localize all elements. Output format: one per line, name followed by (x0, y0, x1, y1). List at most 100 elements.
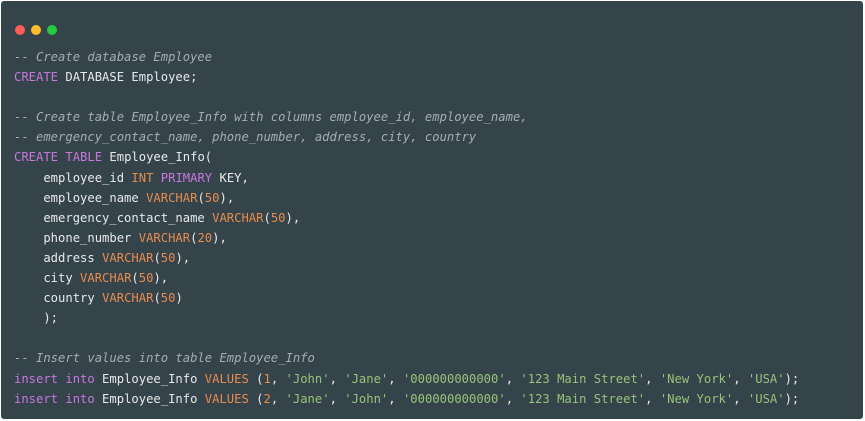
code-line: insert into Employee_Info VALUES (1, 'Jo… (14, 369, 799, 389)
code-token-type: VARCHAR (212, 210, 264, 225)
code-line: ); (14, 308, 799, 328)
code-token-string: '123 Main Street' (520, 391, 646, 406)
code-token-number: 50 (204, 190, 220, 205)
code-token-plain: ( (248, 391, 264, 406)
code-token-plain: , (329, 371, 345, 386)
code-token-plain: ( (153, 291, 161, 306)
code-token-plain: , (388, 371, 403, 386)
code-line: -- Create table Employee_Info with colum… (14, 107, 799, 127)
close-dot-icon[interactable] (15, 25, 25, 35)
code-token-plain: KEY, (212, 170, 249, 185)
code-token-string: '123 Main Street' (520, 371, 646, 386)
code-token-string: 'Jane' (344, 371, 389, 386)
code-token-string: 'USA' (747, 371, 785, 386)
code-token-string: 'New York' (659, 391, 734, 406)
code-line: -- Insert values into table Employee_Inf… (14, 348, 799, 368)
code-token-plain: , (733, 391, 748, 406)
code-token-string: '000000000000' (402, 371, 506, 386)
code-token-plain: Employee_Info (94, 371, 205, 386)
code-line: address VARCHAR(50), (14, 248, 799, 268)
code-token-plain: ); (14, 311, 59, 326)
code-line: -- Create database Employee (14, 47, 799, 67)
code-line: phone_number VARCHAR(20), (14, 228, 799, 248)
code-token-plain: address (14, 250, 103, 265)
code-token-comment: -- emergency_contact_name, phone_number,… (14, 130, 477, 145)
code-token-keyword: insert into (14, 371, 95, 386)
code-token-number: 50 (138, 271, 154, 286)
code-line: employee_id INT PRIMARY KEY, (14, 168, 799, 188)
code-token-string: 'John' (285, 371, 330, 386)
code-token-type: VARCHAR (138, 230, 191, 245)
code-token-string: 'John' (344, 391, 389, 406)
code-token-type: INT (131, 170, 154, 185)
code-token-number: 50 (160, 250, 176, 265)
code-token-plain: ), (285, 210, 301, 225)
code-line: CREATE TABLE Employee_Info( (14, 147, 799, 167)
code-token-string: '000000000000' (402, 391, 506, 406)
code-token-plain: Employee_Info( (102, 150, 213, 165)
code-line: -- emergency_contact_name, phone_number,… (14, 127, 799, 147)
code-token-plain: ), (153, 271, 169, 286)
code-token-plain: ), (212, 230, 227, 245)
code-line: employee_name VARCHAR(50), (14, 188, 799, 208)
code-block[interactable]: -- Create database Employee CREATE DATABA… (14, 47, 799, 409)
code-token-plain: ) (175, 291, 183, 306)
code-token-type: VALUES (204, 371, 249, 386)
code-token-plain: city (14, 271, 81, 286)
code-token-string: 'Jane' (285, 391, 330, 406)
code-token-number: 50 (270, 210, 286, 225)
code-token-comment: -- Create table Employee_Info with colum… (14, 110, 528, 125)
code-line: CREATE DATABASE Employee; (14, 67, 799, 87)
code-token-comment: -- Create database Employee (14, 50, 213, 64)
code-token-plain: employee_id (14, 170, 132, 185)
code-token-number: 20 (197, 230, 213, 245)
code-token-plain: ( (153, 250, 161, 265)
code-line: emergency_contact_name VARCHAR(50), (14, 208, 799, 228)
code-token-plain: ), (175, 250, 191, 265)
code-token-plain: ); (784, 371, 800, 386)
code-token-plain: country (14, 291, 103, 306)
code-token-plain: ( (197, 190, 205, 205)
code-token-plain: ( (248, 371, 264, 386)
code-token-plain: DATABASE Employee; (58, 70, 198, 85)
code-token-number: 50 (160, 291, 176, 306)
code-token-keyword: CREATE (14, 70, 59, 85)
code-token-plain: ( (263, 210, 271, 225)
code-line: city VARCHAR(50), (14, 268, 799, 288)
code-token-keyword: insert into (14, 391, 95, 406)
minimize-dot-icon[interactable] (31, 25, 41, 35)
code-token-plain: phone_number (14, 230, 139, 245)
code-token-comment: -- Insert values into table Employee_Inf… (14, 351, 315, 366)
code-token-string: 'USA' (747, 391, 785, 406)
code-token-plain: employee_name (14, 190, 147, 205)
code-token-type: VARCHAR (80, 271, 132, 286)
code-token-plain: Employee_Info (94, 391, 205, 406)
maximize-dot-icon[interactable] (47, 25, 57, 35)
code-token-plain: , (645, 391, 660, 406)
code-token-plain: ); (784, 391, 800, 406)
code-token-keyword: PRIMARY (160, 170, 213, 185)
code-line: country VARCHAR(50) (14, 288, 799, 308)
code-token-plain: , (270, 391, 286, 406)
code-token-type: VALUES (204, 391, 249, 406)
code-token-number: 2 (263, 391, 271, 406)
code-token-keyword: CREATE TABLE (14, 150, 103, 165)
code-token-plain: , (505, 371, 521, 386)
code-token-plain: , (645, 371, 660, 386)
code-token-plain: , (505, 391, 521, 406)
code-token-string: 'New York' (659, 371, 734, 386)
code-token-plain: , (329, 391, 345, 406)
window-controls (15, 25, 57, 35)
code-token-plain: ), (219, 190, 235, 205)
code-token-plain: , (733, 371, 748, 386)
code-token-plain: , (270, 371, 286, 386)
code-window: -- Create database Employee CREATE DATABA… (1, 1, 863, 419)
code-token-plain: emergency_contact_name (14, 210, 213, 225)
code-token-type: VARCHAR (102, 291, 154, 306)
code-token-type: VARCHAR (146, 190, 198, 205)
code-token-number: 1 (263, 371, 271, 386)
code-token-plain: , (388, 391, 403, 406)
